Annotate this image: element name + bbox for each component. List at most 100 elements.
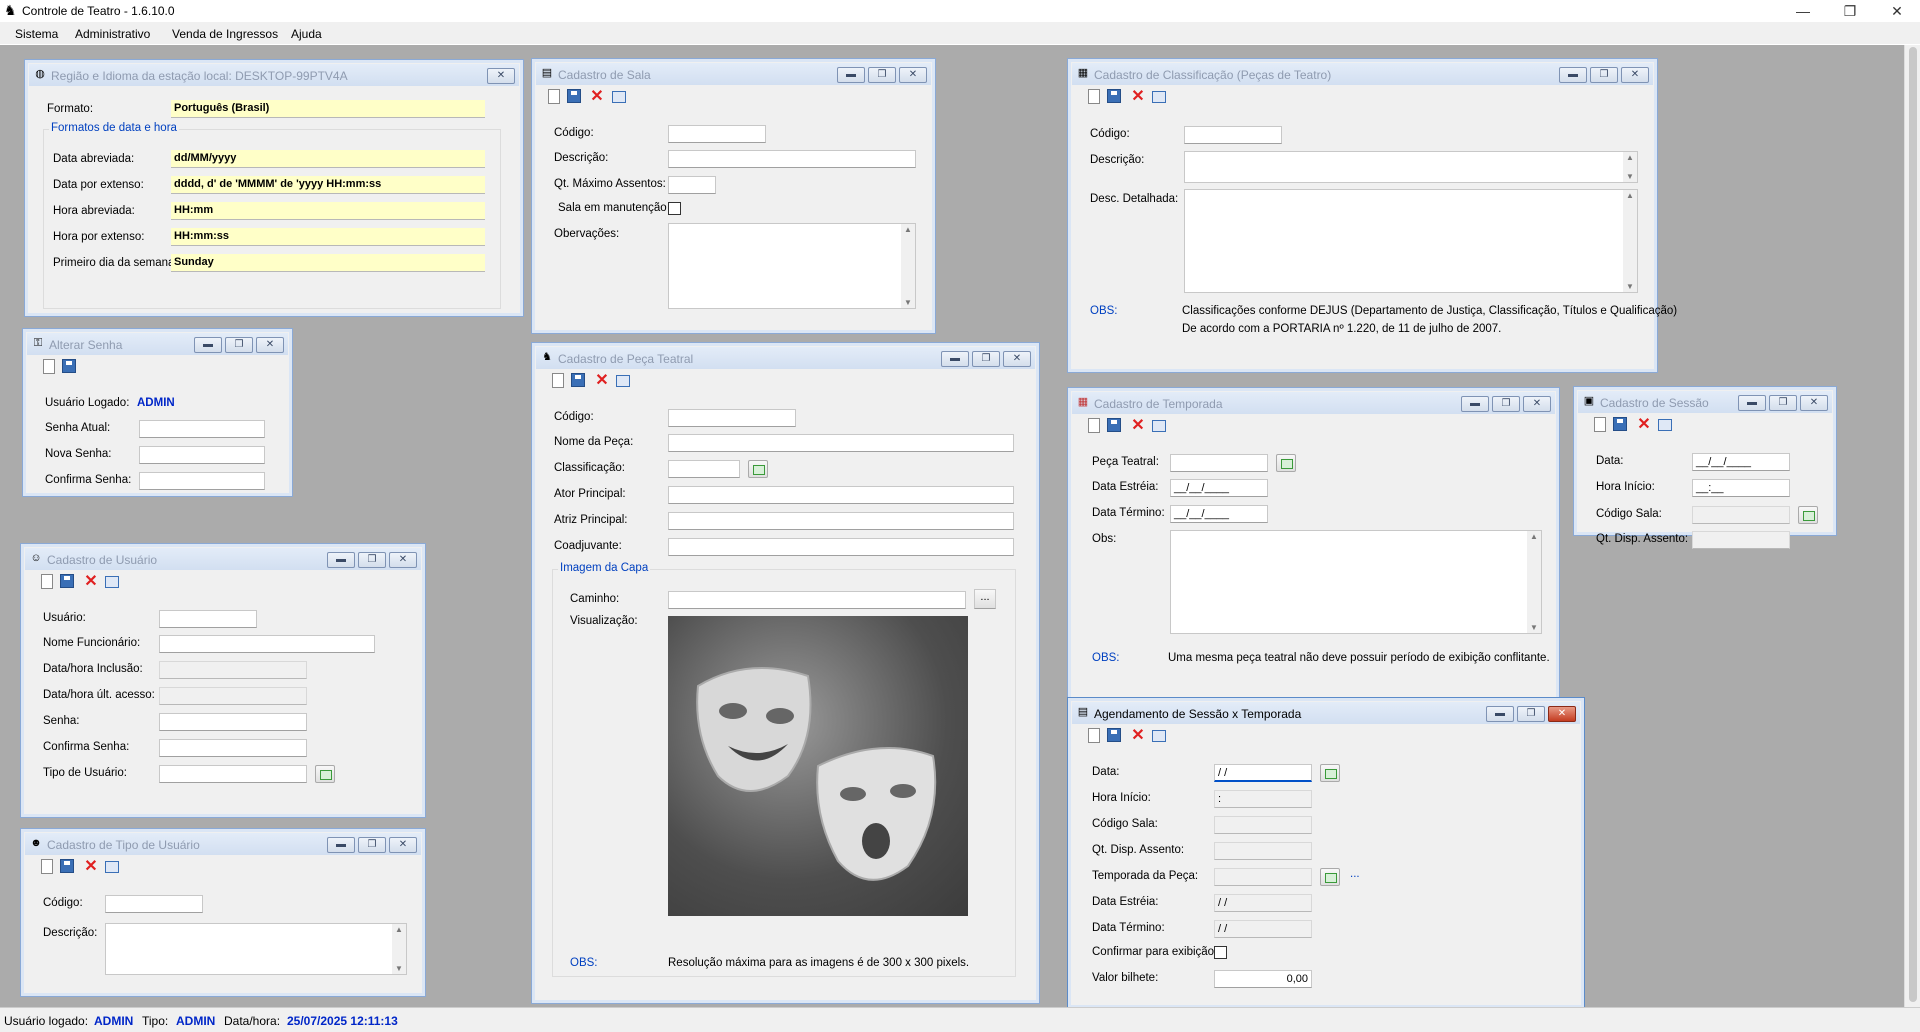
agendamento-data-field[interactable]: / / [1214,764,1312,782]
delete-icon[interactable]: ✕ [589,89,605,105]
agendamento-maximize-button[interactable]: ❐ [1517,706,1545,722]
new-icon[interactable] [43,359,55,374]
minimize-icon[interactable]: — [1786,0,1820,22]
usuario-minimize-button[interactable]: ▬ [327,552,355,568]
senha-confirma-field[interactable] [139,472,265,490]
new-icon[interactable] [1088,418,1100,433]
tipo-usuario-codigo-field[interactable] [105,895,203,913]
new-icon[interactable] [1594,417,1606,432]
peca-nome-field[interactable] [668,434,1014,452]
usuario-senha-field[interactable] [159,713,307,731]
sala-descricao-field[interactable] [668,150,916,168]
workspace-scrollbar[interactable] [1904,45,1920,1007]
peca-classificacao-field[interactable] [668,460,740,478]
regiao-titlebar[interactable]: ◍ Região e Idioma da estação local: DESK… [29,64,519,86]
classificacao-minimize-button[interactable]: ▬ [1559,67,1587,83]
agendamento-temporada-link[interactable]: ... [1350,868,1360,880]
save-icon[interactable] [60,859,74,873]
sala-observacoes-field[interactable] [668,223,916,309]
usuario-confirma-field[interactable] [159,739,307,757]
delete-icon[interactable]: ✕ [1130,89,1146,105]
classificacao-titlebar[interactable]: ▦ Cadastro de Classificação (Peças de Te… [1072,63,1653,85]
classificacao-codigo-field[interactable] [1184,126,1282,144]
exit-icon[interactable] [1152,91,1166,103]
peca-atriz-field[interactable] [668,512,1014,530]
usuario-tipo-field[interactable] [159,765,307,783]
delete-icon[interactable]: ✕ [83,574,99,590]
exit-icon[interactable] [105,576,119,588]
usuario-close-button[interactable]: ✕ [389,552,417,568]
sessao-titlebar[interactable]: ▣ Cadastro de Sessão ▬ ❐ ✕ [1578,391,1832,413]
sessao-close-button[interactable]: ✕ [1800,395,1828,411]
new-icon[interactable] [1088,728,1100,743]
menu-sistema[interactable]: Sistema [15,27,58,41]
scrollbar-thumb[interactable] [1909,47,1917,1002]
delete-icon[interactable]: ✕ [1130,728,1146,744]
menu-ajuda[interactable]: Ajuda [291,27,322,41]
temporada-obs-field[interactable] [1170,530,1542,634]
browse-button[interactable]: ... [974,589,996,609]
senha-maximize-button[interactable]: ❐ [225,337,253,353]
peca-close-button[interactable]: ✕ [1003,351,1031,367]
sessao-codigo-sala-field[interactable] [1692,506,1790,524]
usuario-usuario-field[interactable] [159,610,257,628]
usuario-maximize-button[interactable]: ❐ [358,552,386,568]
exit-icon[interactable] [1152,420,1166,432]
scrollbar[interactable] [1527,531,1541,633]
sessao-minimize-button[interactable]: ▬ [1738,395,1766,411]
new-icon[interactable] [1088,89,1100,104]
senha-atual-field[interactable] [139,420,265,438]
sala-minimize-button[interactable]: ▬ [837,67,865,83]
senha-nova-field[interactable] [139,446,265,464]
senha-close-button[interactable]: ✕ [256,337,284,353]
sala-close-button[interactable]: ✕ [899,67,927,83]
save-icon[interactable] [1613,417,1627,431]
delete-icon[interactable]: ✕ [83,859,99,875]
delete-icon[interactable]: ✕ [1636,417,1652,433]
search-icon[interactable] [1798,506,1818,524]
agendamento-close-button[interactable]: ✕ [1548,706,1576,722]
sala-titlebar[interactable]: ▤ Cadastro de Sala ▬ ❐ ✕ [536,63,931,85]
temporada-peca-field[interactable] [1170,454,1268,472]
scrollbar[interactable] [392,924,406,974]
search-icon[interactable] [1320,868,1340,886]
search-icon[interactable] [748,460,768,478]
tipo-usuario-maximize-button[interactable]: ❐ [358,837,386,853]
temporada-titlebar[interactable]: ▦ Cadastro de Temporada ▬ ❐ ✕ [1072,392,1555,414]
peca-maximize-button[interactable]: ❐ [972,351,1000,367]
save-icon[interactable] [1107,418,1121,432]
search-icon[interactable] [315,765,335,783]
agendamento-valor-field[interactable]: 0,00 [1214,970,1312,988]
search-icon[interactable] [1320,764,1340,782]
tipo-usuario-descricao-field[interactable] [105,923,407,975]
new-icon[interactable] [548,89,560,104]
new-icon[interactable] [41,859,53,874]
classificacao-descricao-field[interactable] [1184,151,1638,183]
delete-icon[interactable]: ✕ [1130,418,1146,434]
agendamento-minimize-button[interactable]: ▬ [1486,706,1514,722]
maximize-icon[interactable]: ❐ [1833,0,1867,22]
tipo-usuario-minimize-button[interactable]: ▬ [327,837,355,853]
exit-icon[interactable] [612,91,626,103]
menu-administrativo[interactable]: Administrativo [75,27,150,41]
scrollbar[interactable] [901,224,915,308]
temporada-estreia-field[interactable]: __/__/____ [1170,479,1268,497]
temporada-termino-field[interactable]: __/__/____ [1170,505,1268,523]
classificacao-desc-detalhada-field[interactable] [1184,189,1638,293]
temporada-close-button[interactable]: ✕ [1523,396,1551,412]
sala-manutencao-checkbox[interactable] [668,202,681,215]
peca-titlebar[interactable]: ♞ Cadastro de Peça Teatral ▬ ❐ ✕ [536,347,1035,369]
tipo-usuario-titlebar[interactable]: ☻ Cadastro de Tipo de Usuário ▬ ❐ ✕ [25,833,421,855]
exit-icon[interactable] [616,375,630,387]
new-icon[interactable] [552,373,564,388]
search-icon[interactable] [1276,454,1296,472]
scrollbar[interactable] [1623,190,1637,292]
delete-icon[interactable]: ✕ [594,373,610,389]
save-icon[interactable] [62,359,76,373]
classificacao-close-button[interactable]: ✕ [1621,67,1649,83]
peca-caminho-field[interactable] [668,591,966,609]
peca-codigo-field[interactable] [668,409,796,427]
sessao-maximize-button[interactable]: ❐ [1769,395,1797,411]
peca-minimize-button[interactable]: ▬ [941,351,969,367]
sala-codigo-field[interactable] [668,125,766,143]
